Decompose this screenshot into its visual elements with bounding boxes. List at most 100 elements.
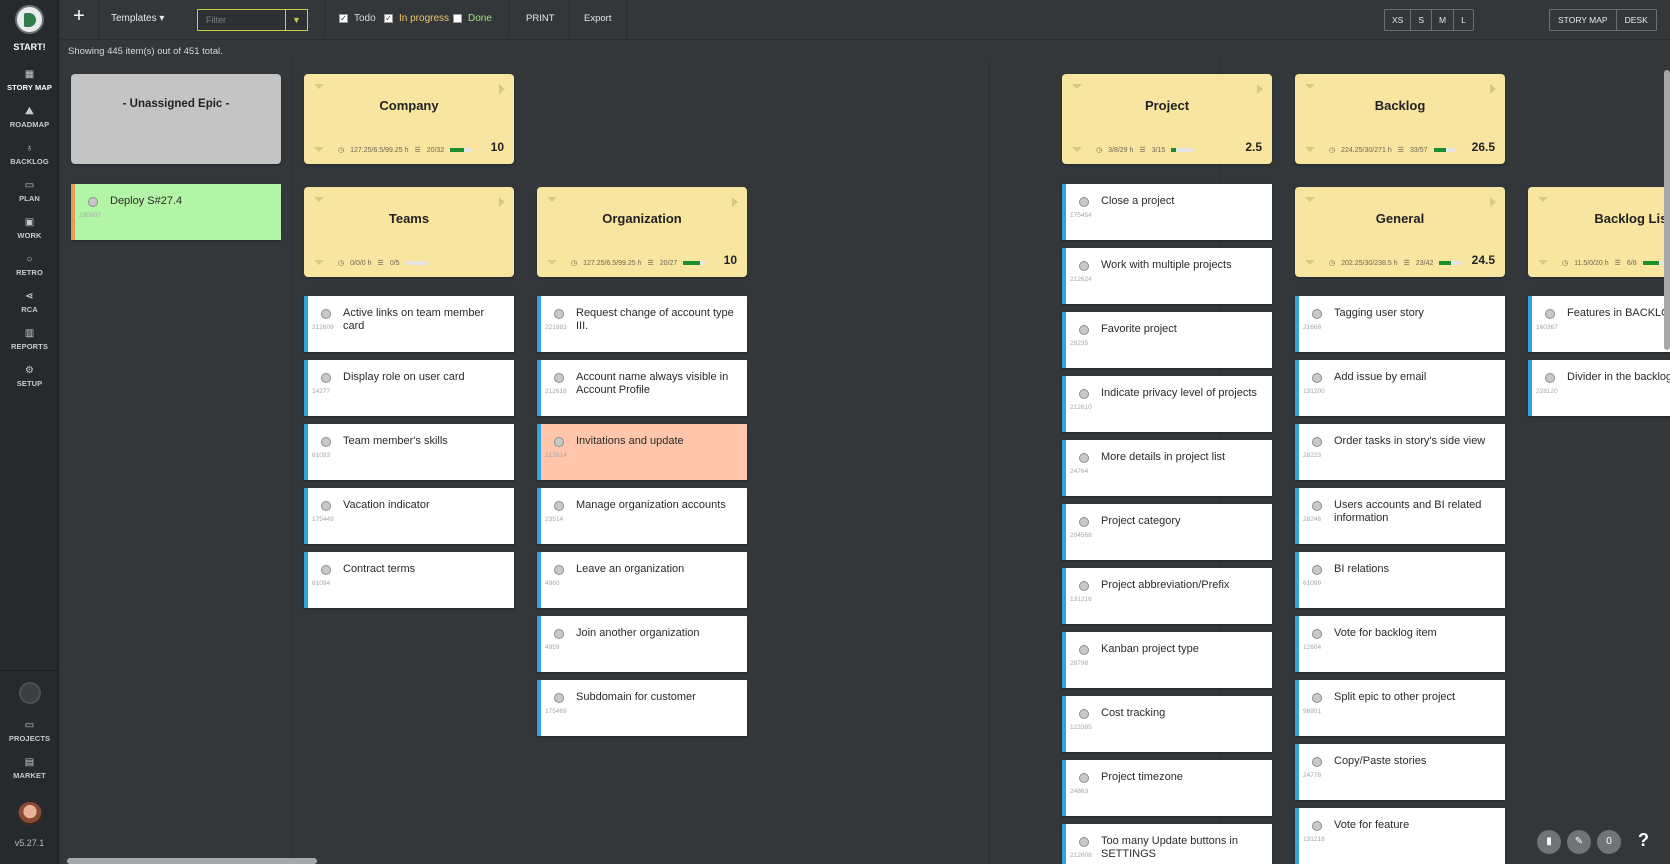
epic-card[interactable]: Backlog List◷11.5/0/20 h☰6/81.5: [1528, 187, 1670, 277]
filter-input[interactable]: [198, 10, 284, 30]
collapse-arrow-icon[interactable]: [547, 197, 557, 202]
avatar[interactable]: [18, 802, 42, 826]
story-card[interactable]: Deploy S#27.4 230907: [71, 184, 281, 240]
sidebar-item-market[interactable]: ▤ MARKET: [0, 758, 59, 781]
sidebar-item-reports[interactable]: ▥ REPORTS: [0, 329, 59, 352]
chevron-down-icon[interactable]: [1538, 260, 1548, 265]
collapse-arrow-icon[interactable]: [1072, 84, 1082, 89]
status-dot-icon[interactable]: [1079, 645, 1089, 655]
story-card[interactable]: Features in BACKLOG 160367: [1528, 296, 1670, 352]
sidebar-item-story-map[interactable]: ▦ STORY MAP: [0, 70, 59, 93]
epic-card[interactable]: Teams ◷ 0/0/0 h ☰ 0/5: [304, 187, 514, 277]
story-card[interactable]: Request change of account type III. 22188…: [537, 296, 747, 352]
done-checkbox[interactable]: Done: [453, 13, 492, 24]
status-dot-icon[interactable]: [554, 309, 564, 319]
collapse-arrow-icon[interactable]: [1305, 197, 1315, 202]
story-card[interactable]: Project abbreviation/Prefix 131216: [1062, 568, 1272, 624]
story-card[interactable]: Order tasks in story's side view 28223: [1295, 424, 1505, 480]
epic-card[interactable]: Backlog ◷ 224.25/30/271 h ☰ 33/57 26.5: [1295, 74, 1505, 164]
story-card[interactable]: Close a project 175454: [1062, 184, 1272, 240]
selection-count-badge[interactable]: 0: [1597, 830, 1621, 854]
print-button[interactable]: PRINT: [526, 13, 555, 24]
size-s-button[interactable]: S: [1411, 10, 1433, 30]
vertical-scrollbar[interactable]: [1664, 70, 1670, 350]
story-card[interactable]: Indicate privacy level of projects 212610: [1062, 376, 1272, 432]
status-dot-icon[interactable]: [1312, 629, 1322, 639]
status-dot-icon[interactable]: [1312, 757, 1322, 767]
story-card[interactable]: Work with multiple projects 212624: [1062, 248, 1272, 304]
status-dot-icon[interactable]: [321, 565, 331, 575]
status-dot-icon[interactable]: [554, 373, 564, 383]
epic-card[interactable]: Organization ◷ 127.25/6.5/99.25 h ☰ 20/27 10: [537, 187, 747, 277]
chevron-down-icon[interactable]: [314, 260, 324, 265]
status-dot-icon[interactable]: [1312, 693, 1322, 703]
logo-icon[interactable]: [15, 5, 44, 34]
story-card[interactable]: More details in project list 24764: [1062, 440, 1272, 496]
desk-view-button[interactable]: DESK: [1617, 10, 1656, 30]
status-dot-icon[interactable]: [1079, 709, 1089, 719]
sidebar-item-plan[interactable]: ▭ PLAN: [0, 181, 59, 204]
story-card[interactable]: Active links on team member card 212609: [304, 296, 514, 352]
story-card[interactable]: Invitations and update 212614: [537, 424, 747, 480]
filter-field[interactable]: ▼: [197, 9, 308, 31]
status-dot-icon[interactable]: [1312, 309, 1322, 319]
status-dot-icon[interactable]: [1545, 309, 1555, 319]
status-dot-icon[interactable]: [1079, 517, 1089, 527]
story-card[interactable]: Add issue by email 131200: [1295, 360, 1505, 416]
story-card[interactable]: Copy/Paste stories 24778: [1295, 744, 1505, 800]
size-l-button[interactable]: L: [1454, 10, 1473, 30]
chevron-down-icon[interactable]: [1305, 260, 1315, 265]
status-dot-icon[interactable]: [554, 501, 564, 511]
size-m-button[interactable]: M: [1432, 10, 1455, 30]
story-card[interactable]: Cost tracking 123385: [1062, 696, 1272, 752]
epic-card[interactable]: Company ◷ 127.25/6.5/99.25 h ☰ 20/32 10: [304, 74, 514, 164]
status-dot-icon[interactable]: [1312, 373, 1322, 383]
status-dot-icon[interactable]: [1312, 501, 1322, 511]
expand-arrow-icon[interactable]: [1257, 84, 1263, 94]
copy-icon[interactable]: ▮: [1537, 830, 1561, 854]
status-dot-icon[interactable]: [554, 437, 564, 447]
story-card[interactable]: Subdomain for customer 175469: [537, 680, 747, 736]
story-card[interactable]: Too many Update buttons in SETTINGS 21260…: [1062, 824, 1272, 864]
status-dot-icon[interactable]: [1079, 325, 1089, 335]
story-card[interactable]: Account name always visible in Account P…: [537, 360, 747, 416]
status-dot-icon[interactable]: [554, 565, 564, 575]
story-card[interactable]: Team member's skills 61093: [304, 424, 514, 480]
collapse-arrow-icon[interactable]: [1305, 84, 1315, 89]
expand-arrow-icon[interactable]: [732, 197, 738, 207]
story-map-view-button[interactable]: STORY MAP: [1550, 10, 1617, 30]
filter-dropdown-button[interactable]: ▼: [285, 10, 307, 30]
pencil-icon[interactable]: ✎: [1567, 830, 1591, 854]
todo-checkbox[interactable]: ✓ Todo: [339, 13, 376, 24]
expand-arrow-icon[interactable]: [1490, 84, 1496, 94]
status-dot-icon[interactable]: [1079, 837, 1089, 847]
story-card[interactable]: Split epic to other project 96801: [1295, 680, 1505, 736]
story-card[interactable]: Tagging user story 21668: [1295, 296, 1505, 352]
status-dot-icon[interactable]: [1079, 261, 1089, 271]
chevron-down-icon[interactable]: [1305, 147, 1315, 152]
story-card[interactable]: Kanban project type 28798: [1062, 632, 1272, 688]
story-card[interactable]: Manage organization accounts 23514: [537, 488, 747, 544]
status-dot-icon[interactable]: [1312, 821, 1322, 831]
sidebar-item-retro[interactable]: ○ RETRO: [0, 255, 59, 278]
story-card[interactable]: BI relations 61099: [1295, 552, 1505, 608]
collapse-arrow-icon[interactable]: [314, 197, 324, 202]
status-dot-icon[interactable]: [1312, 437, 1322, 447]
collapse-arrow-icon[interactable]: [1538, 197, 1548, 202]
sidebar-item-projects[interactable]: ▭ PROJECTS: [0, 721, 59, 744]
start-label[interactable]: START!: [0, 42, 59, 52]
sidebar-item-rca[interactable]: ⋖ RCA: [0, 292, 59, 315]
status-dot-icon[interactable]: [1079, 389, 1089, 399]
epic-card[interactable]: - Unassigned Epic -: [71, 74, 281, 164]
story-card[interactable]: Project category 204568: [1062, 504, 1272, 560]
status-dot-icon[interactable]: [321, 309, 331, 319]
export-button[interactable]: Export: [584, 13, 611, 24]
epic-card[interactable]: Project ◷ 3/8/29 h ☰ 3/15 2.5: [1062, 74, 1272, 164]
epic-card[interactable]: General ◷ 202.25/30/238.5 h ☰ 23/42 24.5: [1295, 187, 1505, 277]
expand-arrow-icon[interactable]: [499, 197, 505, 207]
story-card[interactable]: Users accounts and BI related informatio…: [1295, 488, 1505, 544]
status-dot-icon[interactable]: [1312, 565, 1322, 575]
sidebar-item-roadmap[interactable]: ⛰ ROADMAP: [0, 107, 59, 130]
status-dot-icon[interactable]: [321, 373, 331, 383]
story-card[interactable]: Leave an organization 4960: [537, 552, 747, 608]
